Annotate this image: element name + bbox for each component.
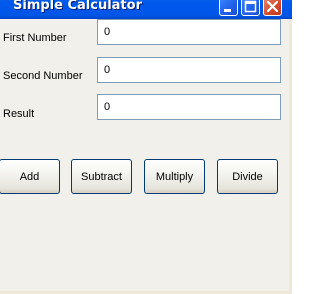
maximize-icon — [244, 0, 257, 13]
first-number-input[interactable]: 0 — [97, 19, 281, 45]
minimize-button[interactable] — [219, 0, 238, 16]
add-button[interactable]: Add — [0, 159, 60, 194]
maximize-button[interactable] — [241, 0, 260, 16]
second-number-label: Second Number — [3, 70, 83, 82]
result-label: Result — [3, 108, 35, 120]
minimize-icon — [224, 9, 231, 12]
subtract-button[interactable]: Subtract — [71, 159, 132, 194]
divide-button[interactable]: Divide — [217, 159, 278, 194]
first-number-label: First Number — [3, 32, 67, 44]
title-bar[interactable]: Simple Calculator — [0, 0, 292, 19]
calculator-window: Simple Calculator First Number 0 Second … — [0, 0, 292, 294]
close-icon — [266, 0, 279, 13]
close-button[interactable] — [263, 0, 282, 16]
second-number-input[interactable]: 0 — [97, 57, 281, 83]
form-body: First Number 0 Second Number 0 Result 0 … — [0, 19, 289, 291]
window-title: Simple Calculator — [13, 0, 142, 13]
multiply-button[interactable]: Multiply — [144, 159, 205, 194]
result-input[interactable]: 0 — [97, 94, 281, 120]
